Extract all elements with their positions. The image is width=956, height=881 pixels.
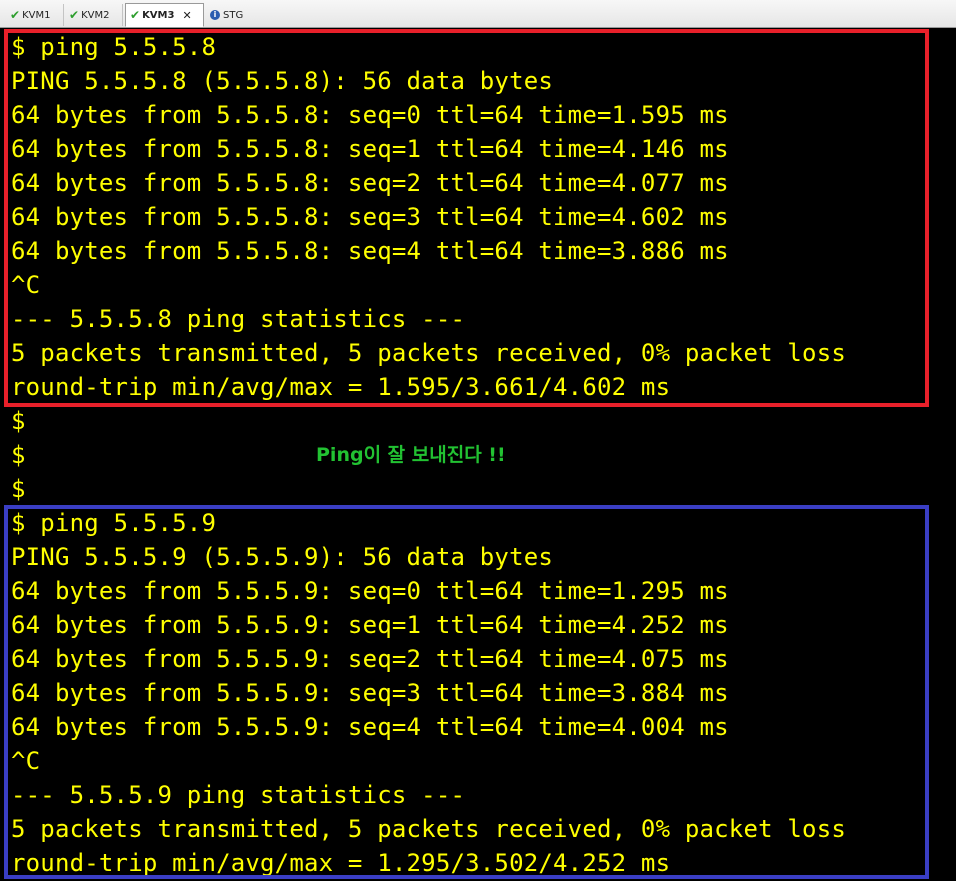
tab-bar: ✔ KVM1 ✔ KVM2 ✔ KVM3 ✕ i STG — [0, 0, 956, 28]
terminal-line: $ — [11, 407, 26, 435]
tab-stg[interactable]: i STG — [206, 4, 258, 26]
check-icon: ✔ — [130, 8, 141, 22]
highlight-box-ping-5-5-5-8 — [4, 29, 929, 407]
terminal-line: $ — [11, 441, 26, 469]
highlight-box-ping-5-5-5-9 — [4, 505, 929, 879]
annotation-note: Ping이 잘 보내진다 !! — [316, 444, 506, 466]
close-icon[interactable]: ✕ — [182, 9, 191, 22]
tab-label: KVM2 — [81, 9, 110, 21]
tab-kvm1[interactable]: ✔ KVM1 — [6, 4, 64, 26]
tab-label: KVM3 — [142, 9, 175, 21]
tab-kvm3[interactable]: ✔ KVM3 ✕ — [125, 3, 204, 27]
check-icon: ✔ — [69, 8, 80, 22]
tab-kvm2[interactable]: ✔ KVM2 — [65, 4, 123, 26]
check-icon: ✔ — [10, 8, 21, 22]
tab-label: KVM1 — [22, 9, 51, 21]
terminal-line: $ — [11, 475, 26, 503]
terminal-output[interactable]: $ ping 5.5.5.8 PING 5.5.5.8 (5.5.5.8): 56… — [0, 28, 956, 881]
tab-label: STG — [223, 9, 244, 21]
info-icon: i — [210, 10, 220, 20]
